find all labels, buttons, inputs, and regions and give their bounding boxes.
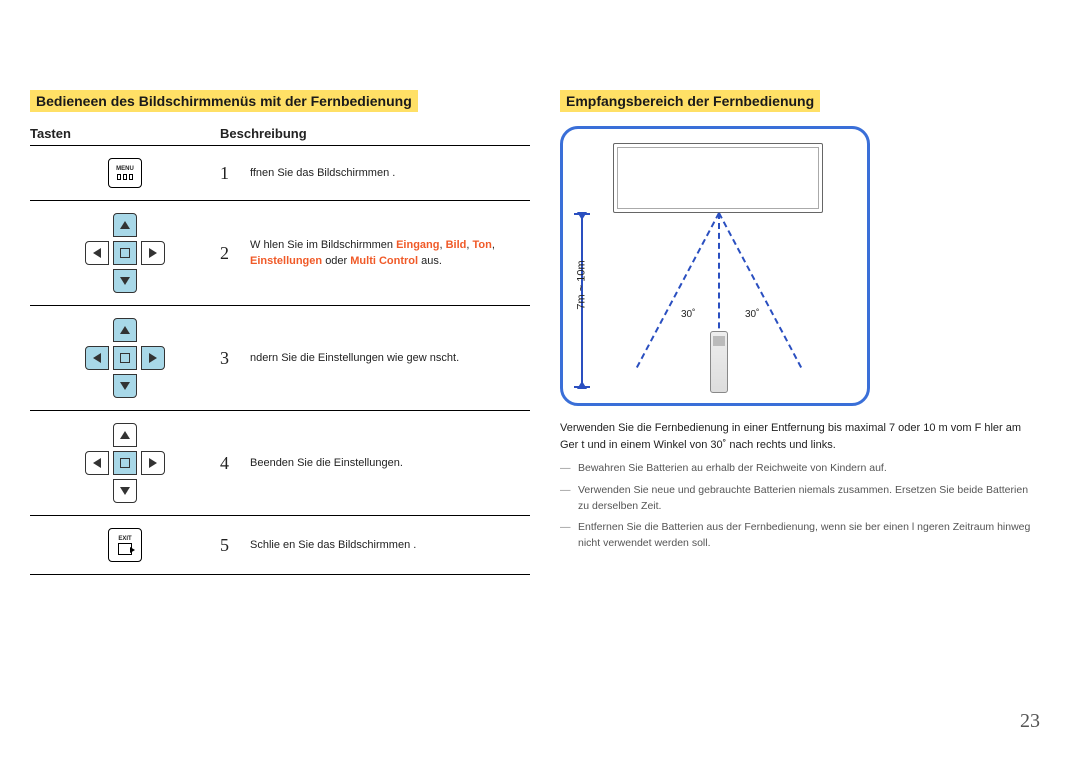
table-row: 3 ndern Sie die Einstellungen wie gew ns… xyxy=(30,306,530,411)
highlight: Eingang xyxy=(396,239,439,251)
page: Bedieneen des Bildschirmmenüs mit der Fe… xyxy=(0,0,1080,763)
dash-icon: ― xyxy=(560,461,578,477)
tv-icon xyxy=(613,143,823,213)
text: aus. xyxy=(421,255,442,267)
dpad-left-icon xyxy=(85,451,109,475)
col-header-tasten: Tasten xyxy=(30,126,220,141)
table-row: 2 W hlen Sie im Bildschirmmen Eingang, B… xyxy=(30,201,530,306)
step-description: Schlie en Sie das Bildschirmmen . xyxy=(250,537,530,554)
angle-left-label: 30˚ xyxy=(681,309,695,320)
page-number: 23 xyxy=(1020,710,1040,733)
dpad-icon xyxy=(85,318,165,398)
step-number: 5 xyxy=(220,535,250,556)
dpad-left-icon xyxy=(85,346,109,370)
step-number: 3 xyxy=(220,348,250,369)
dpad-icon xyxy=(85,213,165,293)
button-illustration-menu: MENU xyxy=(30,158,220,188)
dpad-icon xyxy=(85,423,165,503)
menu-button-icon: MENU xyxy=(108,158,142,188)
note-item: ― Bewahren Sie Batterien au erhalb der R… xyxy=(560,461,1040,477)
button-illustration-exit: EXIT xyxy=(30,528,220,562)
section-title-left: Bedieneen des Bildschirmmenüs mit der Fe… xyxy=(30,90,418,112)
button-illustration-dpad xyxy=(30,318,220,398)
step-description: ndern Sie die Einstellungen wie gew nsch… xyxy=(250,350,530,367)
table-row: EXIT 5 Schlie en Sie das Bildschirmmen . xyxy=(30,516,530,575)
dash-icon: ― xyxy=(560,483,578,515)
note-item: ― Verwenden Sie neue und gebrauchte Batt… xyxy=(560,483,1040,515)
highlight: Bild xyxy=(446,239,467,251)
note-text: Verwenden Sie neue und gebrauchte Batter… xyxy=(578,483,1040,515)
table-header: Tasten Beschreibung xyxy=(30,126,530,146)
reception-diagram: 30˚ 30˚ 7m ~ 10m xyxy=(560,126,870,406)
menu-button-label: MENU xyxy=(116,166,134,172)
dash-icon: ― xyxy=(560,520,578,552)
exit-button-icon: EXIT xyxy=(108,528,142,562)
exit-button-label: EXIT xyxy=(118,536,131,542)
dpad-down-icon xyxy=(113,269,137,293)
dpad-left-icon xyxy=(85,241,109,265)
dpad-center-icon xyxy=(113,451,137,475)
table-row: MENU 1 ffnen Sie das Bildschirmmen . xyxy=(30,146,530,201)
reception-body-text: Verwenden Sie die Fernbedienung in einer… xyxy=(560,420,1040,453)
dpad-down-icon xyxy=(113,374,137,398)
step-description: ffnen Sie das Bildschirmmen . xyxy=(250,165,530,182)
step-description: Beenden Sie die Einstellungen. xyxy=(250,455,530,472)
step-number: 2 xyxy=(220,243,250,264)
step-number: 1 xyxy=(220,163,250,184)
dpad-right-icon xyxy=(141,451,165,475)
remote-icon xyxy=(710,331,728,393)
dpad-up-icon xyxy=(113,423,137,447)
dpad-right-icon xyxy=(141,346,165,370)
dpad-up-icon xyxy=(113,213,137,237)
col-header-beschreibung: Beschreibung xyxy=(220,126,530,141)
dpad-center-icon xyxy=(113,346,137,370)
note-text: Bewahren Sie Batterien au erhalb der Rei… xyxy=(578,461,1040,477)
beam-left-icon xyxy=(636,213,720,368)
angle-right-label: 30˚ xyxy=(745,309,759,320)
left-column: Bedieneen des Bildschirmmenüs mit der Fe… xyxy=(30,90,530,575)
distance-label: 7m ~ 10m xyxy=(576,260,588,309)
highlight: Einstellungen xyxy=(250,255,322,267)
note-item: ― Entfernen Sie die Batterien aus der Fe… xyxy=(560,520,1040,552)
menu-bars-icon xyxy=(117,174,133,180)
text: oder xyxy=(325,255,350,267)
table-row: 4 Beenden Sie die Einstellungen. xyxy=(30,411,530,516)
text: , xyxy=(492,239,495,251)
dpad-right-icon xyxy=(141,241,165,265)
note-text: Entfernen Sie die Batterien aus der Fern… xyxy=(578,520,1040,552)
text: W hlen Sie im Bildschirmmen xyxy=(250,239,396,251)
right-column: Empfangsbereich der Fernbedienung 30˚ 30… xyxy=(560,90,1040,575)
button-illustration-dpad xyxy=(30,213,220,293)
dpad-center-icon xyxy=(113,241,137,265)
columns: Bedieneen des Bildschirmmenüs mit der Fe… xyxy=(30,90,1040,575)
step-number: 4 xyxy=(220,453,250,474)
dpad-down-icon xyxy=(113,479,137,503)
beam-right-icon xyxy=(718,213,802,368)
button-illustration-dpad xyxy=(30,423,220,503)
highlight: Multi Control xyxy=(350,255,418,267)
step-description: W hlen Sie im Bildschirmmen Eingang, Bil… xyxy=(250,237,530,270)
dpad-up-icon xyxy=(113,318,137,342)
exit-glyph-icon xyxy=(118,543,132,555)
highlight: Ton xyxy=(473,239,492,251)
section-title-right: Empfangsbereich der Fernbedienung xyxy=(560,90,820,112)
